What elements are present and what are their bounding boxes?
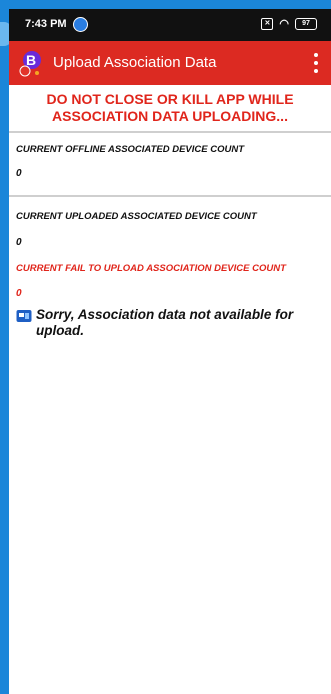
app-logo-icon: B	[19, 51, 41, 77]
app-screen: 7:43 PM ✕ ◠ 97 B Upload Association Data…	[9, 9, 331, 694]
upload-warning: DO NOT CLOSE OR KILL APP WHILE ASSOCIATI…	[9, 91, 331, 125]
sim-icon: ✕	[261, 17, 274, 30]
failed-count-value: 0	[16, 288, 22, 299]
no-data-message-text: Sorry, Association data not available fo…	[36, 307, 294, 338]
sim-card-icon	[16, 310, 32, 322]
uploaded-count-value: 0	[16, 237, 22, 248]
wifi-icon: ◠	[279, 18, 289, 30]
uploaded-count-label: CURRENT UPLOADED ASSOCIATED DEVICE COUNT	[16, 211, 257, 222]
toolbar-title: Upload Association Data	[53, 54, 217, 71]
divider	[9, 131, 331, 133]
warning-line-2: ASSOCIATION DATA UPLOADING...	[52, 108, 288, 124]
svg-text:B: B	[26, 52, 36, 68]
offline-count-value: 0	[16, 168, 22, 179]
warning-line-1: DO NOT CLOSE OR KILL APP WHILE	[46, 91, 294, 107]
app-toolbar: B Upload Association Data	[9, 41, 331, 85]
failed-count-label: CURRENT FAIL TO UPLOAD ASSOCIATION DEVIC…	[16, 263, 286, 274]
status-bar: 7:43 PM ✕ ◠ 97	[9, 9, 331, 41]
status-time: 7:43 PM	[25, 18, 67, 30]
offline-count-label: CURRENT OFFLINE ASSOCIATED DEVICE COUNT	[16, 144, 245, 155]
overflow-menu-icon[interactable]	[313, 53, 319, 73]
battery-icon: 97	[295, 17, 317, 30]
app-notification-icon	[73, 17, 88, 32]
divider	[9, 195, 331, 197]
status-icons: ✕ ◠ 97	[261, 17, 317, 30]
